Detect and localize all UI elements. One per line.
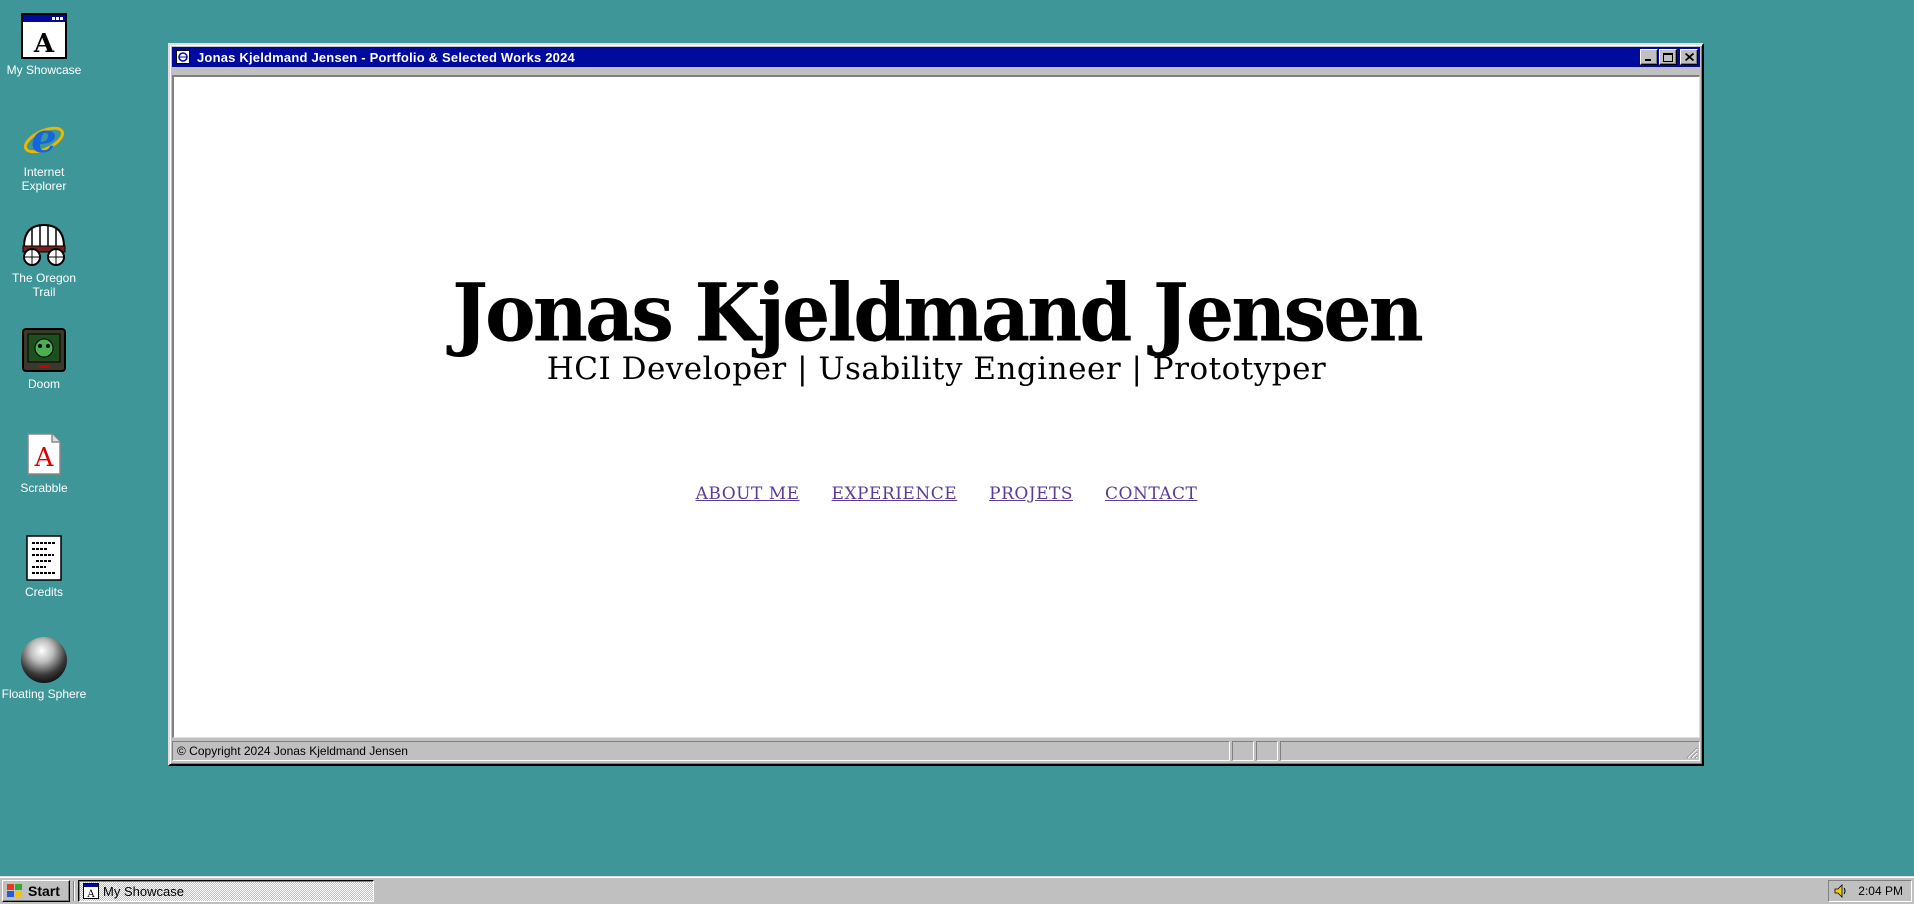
browser-window-icon xyxy=(175,49,191,65)
start-label: Start xyxy=(28,883,60,899)
system-tray: 2:04 PM xyxy=(1828,880,1912,902)
main-nav: ABOUT ME EXPERIENCE PROJETS CONTACT xyxy=(174,484,1699,504)
start-button[interactable]: Start xyxy=(2,880,70,902)
desktop-icon-label: Internet Explorer xyxy=(21,165,67,193)
status-panel xyxy=(1256,741,1278,761)
window-title: Jonas Kjeldmand Jensen - Portfolio & Sel… xyxy=(197,49,575,65)
desktop-icon-label: My Showcase xyxy=(6,63,82,77)
window-controls xyxy=(1639,49,1698,65)
desktop-icon-scrabble[interactable]: A Scrabble xyxy=(0,430,88,495)
desktop-icon-credits[interactable]: Credits xyxy=(0,534,88,599)
hero: Jonas Kjeldmand Jensen HCI Developer | U… xyxy=(174,265,1699,387)
desktop-icon-my-showcase[interactable]: A My Showcase xyxy=(0,12,88,77)
minimize-icon xyxy=(1645,59,1651,61)
nav-projects-link[interactable]: PROJETS xyxy=(989,484,1073,504)
taskbar-item-my-showcase[interactable]: A My Showcase xyxy=(78,880,374,902)
svg-text:e: e xyxy=(31,115,56,162)
desktop-icon-label: Floating Sphere xyxy=(1,687,87,701)
speaker-icon[interactable] xyxy=(1833,883,1849,899)
window-titlebar[interactable]: Jonas Kjeldmand Jensen - Portfolio & Sel… xyxy=(172,47,1700,67)
taskbar-item-label: My Showcase xyxy=(103,883,184,899)
close-icon xyxy=(1684,53,1694,61)
maximize-icon xyxy=(1663,52,1673,62)
clock[interactable]: 2:04 PM xyxy=(1858,884,1903,898)
nav-contact-link[interactable]: CONTACT xyxy=(1105,484,1197,504)
windows-logo-icon xyxy=(7,884,22,897)
svg-text:A: A xyxy=(86,889,95,899)
desktop-icon-label: Scrabble xyxy=(20,481,68,495)
showcase-window-icon: A xyxy=(20,12,68,60)
svg-text:A: A xyxy=(34,443,55,473)
desktop-icon-label: Doom xyxy=(27,377,60,391)
status-panel xyxy=(1280,741,1700,761)
desktop-icon-label: Credits xyxy=(24,585,63,599)
scrabble-tile-icon: A xyxy=(20,430,68,478)
internet-explorer-icon: e xyxy=(20,114,68,162)
portfolio-window: Jonas Kjeldmand Jensen - Portfolio & Sel… xyxy=(168,43,1704,766)
nav-experience-link[interactable]: EXPERIENCE xyxy=(832,484,958,504)
sphere-icon xyxy=(20,636,68,684)
showcase-window-icon: A xyxy=(83,883,99,899)
doom-monitor-icon xyxy=(20,326,68,374)
covered-wagon-icon xyxy=(20,220,68,268)
minimize-button[interactable] xyxy=(1640,49,1658,65)
taskbar-separator xyxy=(73,881,75,901)
desktop-icon-oregon-trail[interactable]: The Oregon Trail xyxy=(0,220,88,299)
nav-about-me-link[interactable]: ABOUT ME xyxy=(696,484,800,504)
maximize-button[interactable] xyxy=(1659,49,1677,65)
desktop-icon-label: The Oregon Trail xyxy=(11,271,77,299)
close-button[interactable] xyxy=(1680,49,1698,65)
status-bar: © Copyright 2024 Jonas Kjeldmand Jensen xyxy=(172,740,1700,762)
status-panel xyxy=(1232,741,1254,761)
hero-name: Jonas Kjeldmand Jensen xyxy=(452,265,1424,360)
desktop-icon-floating-sphere[interactable]: Floating Sphere xyxy=(0,636,88,701)
desktop-icon-internet-explorer[interactable]: e Internet Explorer xyxy=(0,114,88,193)
document-icon xyxy=(20,534,68,582)
taskbar: Start A My Showcase 2:04 PM xyxy=(0,876,1914,904)
status-text: © Copyright 2024 Jonas Kjeldmand Jensen xyxy=(172,741,1230,761)
resize-grip-icon[interactable] xyxy=(1686,747,1698,759)
desktop-icon-doom[interactable]: Doom xyxy=(0,326,88,391)
page-content: Jonas Kjeldmand Jensen HCI Developer | U… xyxy=(172,75,1700,738)
svg-text:A: A xyxy=(33,29,55,59)
